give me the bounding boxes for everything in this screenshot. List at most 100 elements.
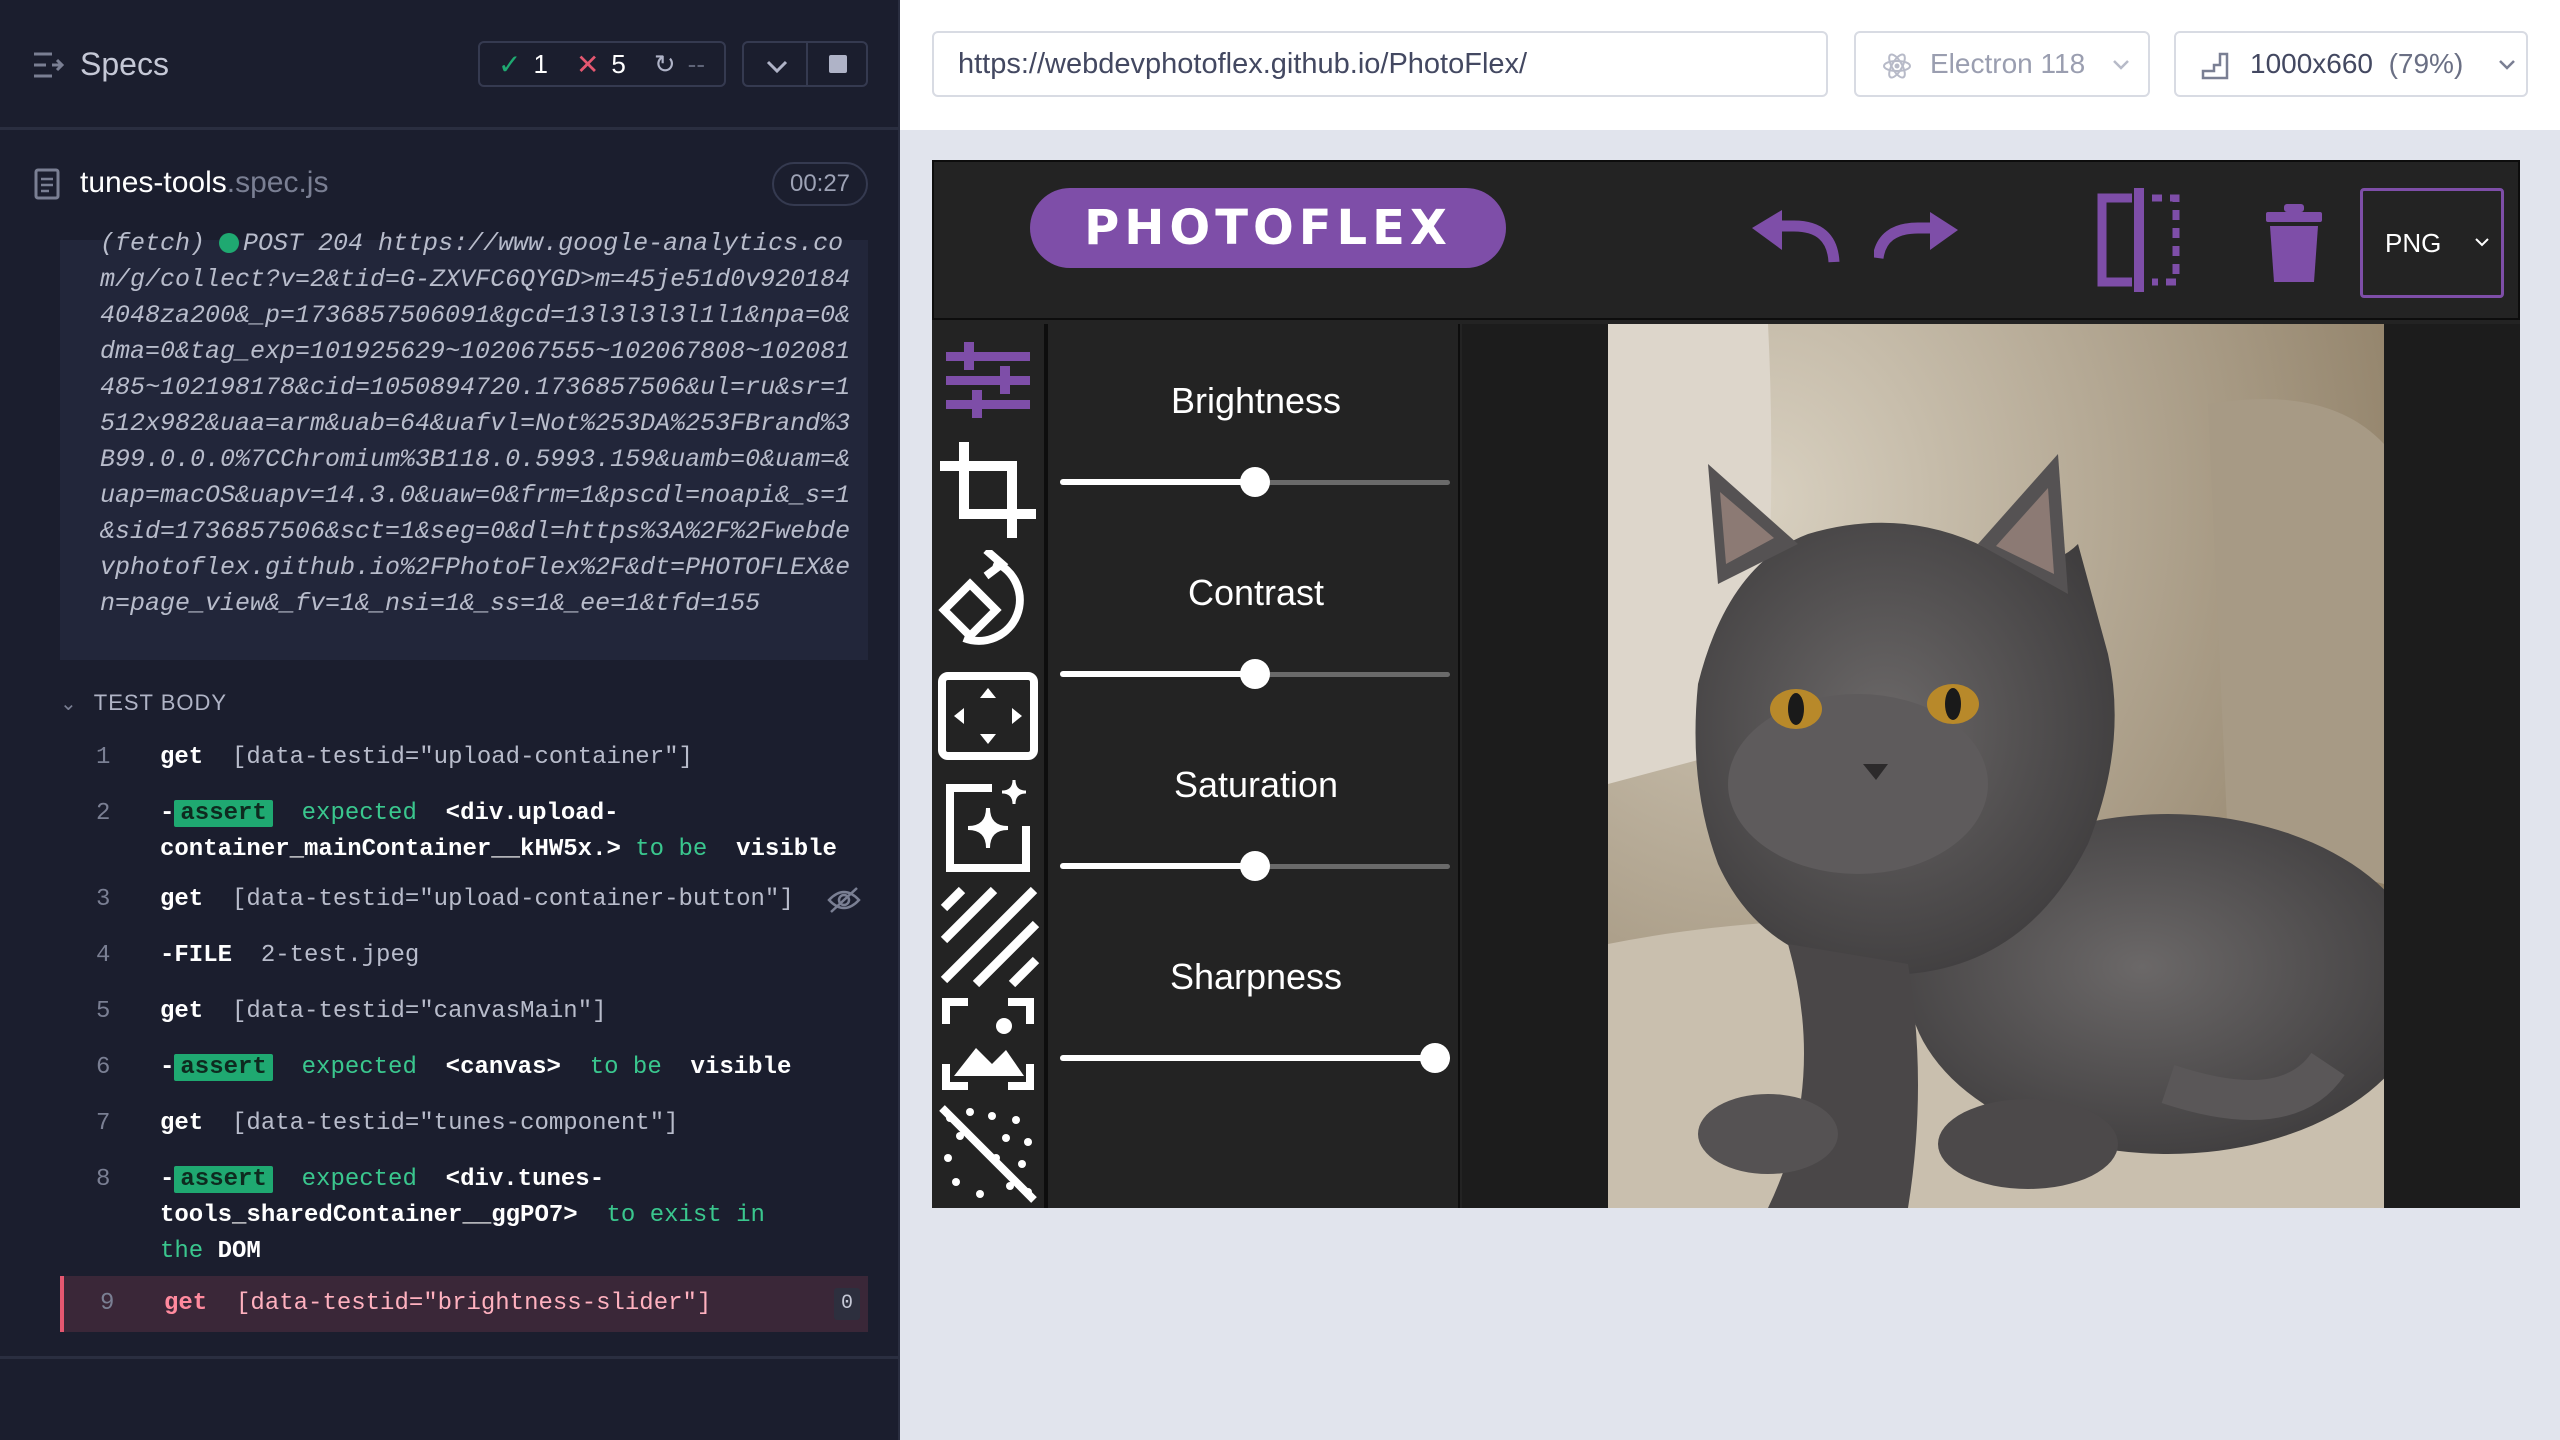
test-stats: ✓ 1 ✕ 5 ↻ --	[478, 41, 726, 87]
eye-slash-icon	[827, 887, 861, 913]
command-prefix: -	[160, 800, 175, 827]
canvas-main-image[interactable]	[1608, 324, 2384, 1208]
log-text: (fetch) POST 204 https://www.google-analy…	[100, 226, 860, 622]
sharpness-slider[interactable]	[1060, 1038, 1450, 1078]
pending-count: --	[687, 48, 705, 79]
command-name: get	[160, 886, 204, 913]
passed-stat: ✓ 1	[480, 48, 548, 81]
saturation-label: Saturation	[1173, 764, 1339, 805]
crop-icon[interactable]	[936, 438, 1040, 542]
command-selector: [data-testid="tunes-component"]	[232, 1110, 679, 1137]
format-select[interactable]: PNG	[2360, 188, 2504, 298]
log-request: POST 204 https://www.google-analytics.co…	[100, 229, 851, 618]
slider-fill	[1060, 479, 1255, 485]
element-count-badge: 0	[834, 1288, 860, 1320]
redo-icon[interactable]	[1874, 210, 1960, 270]
trash-icon[interactable]	[2264, 204, 2324, 282]
contrast-slider[interactable]	[1060, 654, 1450, 694]
specs-header: Specs ✓ 1 ✕ 5 ↻ --	[0, 0, 900, 130]
tunes-icon[interactable]	[936, 330, 1040, 434]
slider-fill	[1060, 671, 1255, 677]
chevron-down-icon[interactable]	[764, 53, 790, 79]
command-row[interactable]: 7 get [data-testid="tunes-component"]	[60, 1106, 868, 1142]
command-row[interactable]: 3 get [data-testid="upload-container-but…	[60, 882, 868, 918]
passed-count: 1	[533, 48, 548, 79]
slider-thumb[interactable]	[1240, 467, 1270, 497]
reporter-footer	[0, 1356, 900, 1440]
spec-basename: tunes-tools	[80, 166, 227, 199]
assert-badge: assert	[174, 1054, 273, 1081]
preview-topbar: https://webdevphotoflex.github.io/PhotoF…	[900, 0, 2560, 130]
image-frame-icon[interactable]	[936, 992, 1040, 1096]
brightness-slider[interactable]	[1060, 462, 1450, 502]
viewport-scale: (79%)	[2388, 48, 2464, 79]
assert-result: DOM	[217, 1238, 261, 1265]
viewport-selector[interactable]: 1000x660 (79%)	[2174, 31, 2528, 97]
command-row-failed[interactable]: 9 get [data-testid="brightness-slider"] …	[60, 1276, 868, 1332]
noise-icon[interactable]	[936, 1102, 1040, 1206]
command-row[interactable]: 4 -FILE 2-test.jpeg	[60, 938, 868, 974]
assert-badge: assert	[174, 800, 273, 827]
saturation-slider[interactable]	[1060, 846, 1450, 886]
texture-icon[interactable]	[936, 884, 1040, 988]
command-number: 3	[96, 886, 111, 913]
command-name: get	[160, 744, 204, 771]
electron-icon	[1883, 53, 1911, 79]
url-bar[interactable]: https://webdevphotoflex.github.io/PhotoF…	[932, 31, 1828, 97]
chevron-down-icon: ⌄	[60, 693, 78, 715]
brightness-label: Brightness	[1170, 380, 1342, 421]
command-row[interactable]: 6 - assert expected <canvas> to be visibl…	[60, 1050, 868, 1086]
slider-thumb[interactable]	[1420, 1043, 1450, 1073]
command-prefix: -	[160, 1054, 175, 1081]
check-icon: ✓	[498, 48, 522, 80]
spec-name: tunes-tools.spec.js	[80, 166, 328, 200]
command-name: -FILE	[160, 942, 233, 969]
specs-list-icon[interactable]	[32, 50, 64, 80]
rotate-icon[interactable]	[936, 550, 1040, 654]
assert-badge: assert	[174, 1166, 273, 1193]
command-number: 8	[96, 1166, 111, 1193]
command-name: get	[160, 1110, 204, 1137]
stop-icon[interactable]	[829, 55, 847, 73]
compare-icon[interactable]	[2094, 188, 2184, 292]
slider-thumb[interactable]	[1240, 851, 1270, 881]
status-dot-icon	[219, 233, 240, 254]
pending-stat: ↻ --	[626, 49, 705, 80]
canvas-area	[1462, 324, 2520, 1208]
spec-file-row[interactable]: tunes-tools.spec.js 00:27	[0, 150, 900, 230]
command-selector: [data-testid="canvasMain"]	[232, 998, 607, 1025]
spinner-icon: ↻	[653, 48, 676, 79]
browser-selector[interactable]: Electron 118	[1854, 31, 2150, 97]
command-row[interactable]: 5 get [data-testid="canvasMain"]	[60, 994, 868, 1030]
slider-fill	[1060, 1055, 1450, 1061]
format-value: PNG	[2385, 228, 2442, 258]
resize-icon[interactable]	[936, 664, 1040, 768]
tunes-panel: Brightness Contrast Saturation Sharpness	[1052, 324, 1460, 1208]
slider-thumb[interactable]	[1240, 659, 1270, 689]
tools-sidebar	[932, 324, 1048, 1208]
cross-icon: ✕	[575, 48, 600, 80]
photoflex-app: PHOTOFLEX PNG Brightness Contrast Satura…	[932, 160, 2520, 1208]
assert-expected: expected	[301, 800, 417, 827]
command-number: 2	[96, 800, 111, 827]
command-name: get	[160, 998, 204, 1025]
assert-to: to be	[589, 1054, 662, 1081]
filters-icon[interactable]	[936, 774, 1040, 878]
command-row[interactable]: 2 - assert expected <div.upload-container…	[60, 796, 868, 868]
command-selector: [data-testid="brightness-slider"]	[236, 1290, 712, 1317]
command-number: 6	[96, 1054, 111, 1081]
command-selector: 2-test.jpeg	[260, 942, 420, 969]
command-selector: [data-testid="upload-container"]	[232, 744, 693, 771]
chevron-down-icon	[2475, 238, 2489, 247]
spec-extension: .spec.js	[226, 166, 329, 199]
command-number: 5	[96, 998, 111, 1025]
viewport-size: 1000x660 (79%)	[2250, 33, 2463, 95]
chevron-down-icon	[2499, 60, 2515, 70]
assert-expected: expected	[301, 1054, 417, 1081]
command-row[interactable]: 8 - assert expected <div.tunes-tools_shar…	[60, 1162, 868, 1270]
undo-icon[interactable]	[1750, 210, 1846, 270]
command-row[interactable]: 1 get [data-testid="upload-container"]	[60, 740, 868, 776]
command-number: 7	[96, 1110, 111, 1137]
test-body-toggle[interactable]: ⌄ TEST BODY	[60, 690, 227, 716]
failed-stat: ✕ 5	[548, 48, 626, 81]
